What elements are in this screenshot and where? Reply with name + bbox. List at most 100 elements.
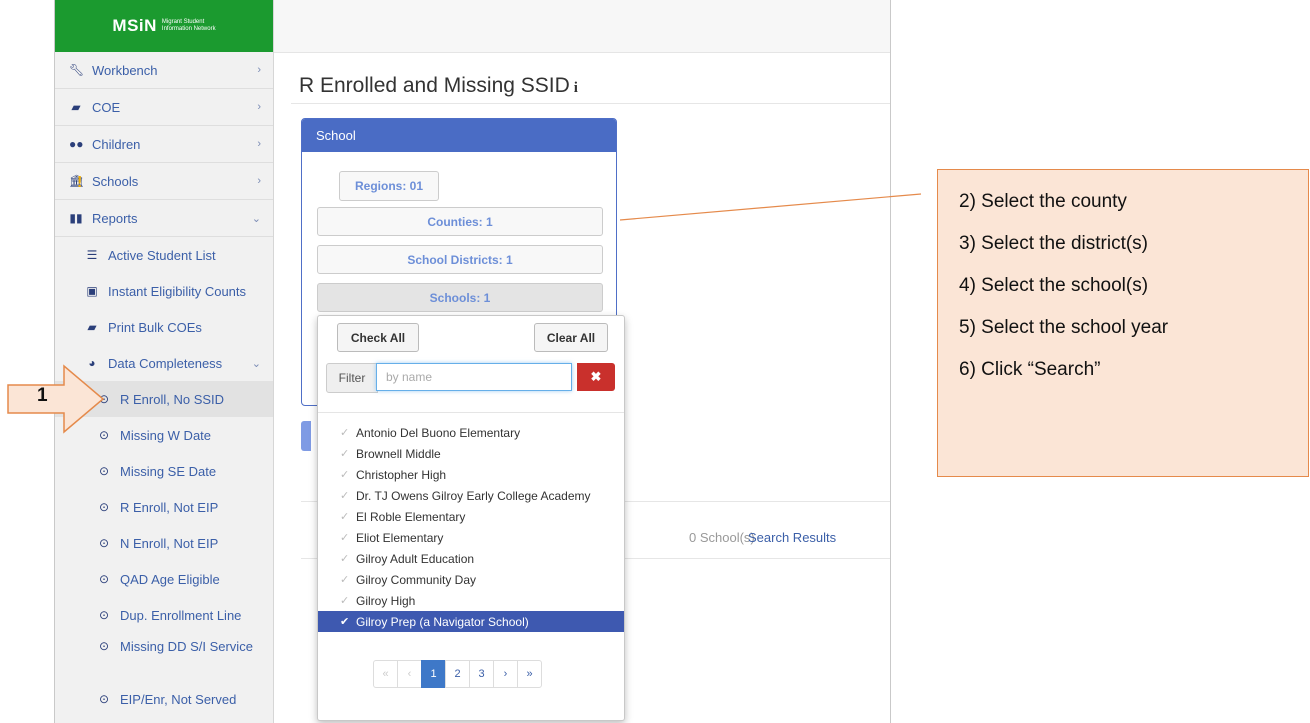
sidebar-item-label: Print Bulk COEs bbox=[108, 319, 202, 335]
school-districts-button[interactable]: School Districts: 1 bbox=[317, 245, 603, 274]
sidebar-item-label: Children bbox=[92, 136, 141, 152]
school-panel-header: School bbox=[302, 119, 616, 152]
search-results-tab[interactable]: Search Results bbox=[748, 530, 836, 545]
pagination: « ‹ 1 2 3 › » bbox=[373, 660, 542, 688]
next-page-button[interactable]: › bbox=[493, 660, 518, 688]
check-icon: ✓ bbox=[340, 574, 350, 586]
check-all-button[interactable]: Check All bbox=[337, 323, 419, 352]
school-option-label: Gilroy Adult Education bbox=[356, 551, 475, 566]
radio-dot-icon: ⊙ bbox=[98, 428, 110, 442]
school-option[interactable]: ✓ Dr. TJ Owens Gilroy Early College Acade… bbox=[318, 485, 624, 506]
sidebar-item-schools[interactable]: 🏛︎ Schools › bbox=[55, 163, 273, 200]
sidebar-item-label: R Enroll, Not EIP bbox=[120, 499, 219, 515]
prev-page-button[interactable]: ‹ bbox=[397, 660, 422, 688]
close-icon: ✖ bbox=[590, 369, 602, 384]
check-icon: ✓ bbox=[340, 469, 350, 481]
users-icon: ●● bbox=[69, 137, 84, 151]
school-option[interactable]: ✓ Brownell Middle bbox=[318, 443, 624, 464]
logo-brand: MSiN bbox=[112, 16, 157, 35]
sidebar-item-r-enroll-not-eip[interactable]: ⊙ R Enroll, Not EIP bbox=[55, 489, 273, 525]
schools-button[interactable]: Schools: 1 bbox=[317, 283, 603, 312]
sidebar-item-label: Missing W Date bbox=[120, 427, 212, 443]
sidebar-item-n-enroll-not-eip[interactable]: ⊙ N Enroll, Not EIP bbox=[55, 525, 273, 561]
school-option[interactable]: ✓ Eliot Elementary bbox=[318, 527, 624, 548]
school-option[interactable]: ✓ Christopher High bbox=[318, 464, 624, 485]
sidebar-item-coe[interactable]: ▰ COE › bbox=[55, 89, 273, 126]
info-icon[interactable]: i bbox=[574, 80, 578, 96]
regions-button[interactable]: Regions: 01 bbox=[339, 171, 439, 201]
sidebar-item-children[interactable]: ●● Children › bbox=[55, 126, 273, 163]
sidebar-item-print-bulk-coes[interactable]: ▰ Print Bulk COEs bbox=[55, 309, 273, 345]
school-option[interactable]: ✓ El Roble Elementary bbox=[318, 506, 624, 527]
sidebar-item-qad-age-eligible[interactable]: ⊙ QAD Age Eligible bbox=[55, 561, 273, 597]
sidebar-item-missing-dd-si-service[interactable]: ⊙ Missing DD S/I Service bbox=[55, 633, 273, 681]
chevron-down-icon: ⌄ bbox=[251, 357, 261, 370]
counties-button[interactable]: Counties: 1 bbox=[317, 207, 603, 236]
search-button[interactable] bbox=[301, 421, 311, 451]
radio-dot-icon: ⊙ bbox=[98, 464, 110, 478]
radio-dot-icon: ⊙ bbox=[98, 608, 110, 622]
check-icon: ✓ bbox=[340, 553, 350, 565]
sidebar-item-missing-se-date[interactable]: ⊙ Missing SE Date bbox=[55, 453, 273, 489]
title-divider bbox=[291, 103, 890, 104]
school-option-label: Gilroy Prep (a Navigator School) bbox=[356, 614, 529, 629]
sidebar-item-eip-enr-not-served[interactable]: ⊙ EIP/Enr, Not Served bbox=[55, 681, 273, 717]
last-page-button[interactable]: » bbox=[517, 660, 542, 688]
school-option-label: Gilroy Community Day bbox=[356, 572, 477, 587]
sidebar-item-label: QAD Age Eligible bbox=[120, 571, 220, 587]
sidebar-item-dup-enrollment-line[interactable]: ⊙ Dup. Enrollment Line bbox=[55, 597, 273, 633]
check-icon: ✓ bbox=[340, 511, 350, 523]
sidebar-item-label: Active Student List bbox=[108, 247, 216, 263]
dropdown-divider bbox=[318, 412, 624, 413]
bar-chart-icon: ▮▮ bbox=[69, 211, 83, 225]
check-icon: ✓ bbox=[340, 532, 350, 544]
msin-logo[interactable]: MSiN Migrant Student Information Network bbox=[55, 0, 273, 52]
chevron-right-icon: › bbox=[257, 138, 261, 150]
radio-dot-icon: ⊙ bbox=[98, 392, 110, 406]
instruction-step: 2) Select the county bbox=[959, 191, 1127, 212]
radio-dot-icon: ⊙ bbox=[98, 692, 110, 706]
school-option[interactable]: ✓ Gilroy Community Day bbox=[318, 569, 624, 590]
sidebar-item-label: Dup. Enrollment Line bbox=[120, 607, 242, 623]
radio-dot-icon: ⊙ bbox=[98, 639, 110, 653]
radio-dot-icon: ⊙ bbox=[98, 536, 110, 550]
first-page-button[interactable]: « bbox=[373, 660, 398, 688]
school-option[interactable]: ✓ Gilroy High bbox=[318, 590, 624, 611]
school-option[interactable]: ✓ Antonio Del Buono Elementary bbox=[318, 422, 624, 443]
filter-input[interactable] bbox=[376, 363, 572, 391]
school-option-label: Christopher High bbox=[356, 467, 447, 482]
sidebar-item-reports[interactable]: ▮▮ Reports ⌄ bbox=[55, 200, 273, 237]
sidebar-item-active-student-list[interactable]: ☰ Active Student List bbox=[55, 237, 273, 273]
sidebar-item-r-enroll-no-ssid[interactable]: ⊙ R Enroll, No SSID bbox=[55, 381, 273, 417]
instructions-callout: 2) Select the county 3) Select the distr… bbox=[937, 169, 1309, 477]
instruction-step: 5) Select the school year bbox=[959, 317, 1169, 338]
clear-all-button[interactable]: Clear All bbox=[534, 323, 608, 352]
page-1-button[interactable]: 1 bbox=[421, 660, 446, 688]
chevron-right-icon: › bbox=[257, 101, 261, 113]
school-option-label: Gilroy High bbox=[356, 593, 416, 608]
sidebar-item-instant-eligibility-counts[interactable]: ▣ Instant Eligibility Counts bbox=[55, 273, 273, 309]
sidebar-item-label: N Enroll, Not EIP bbox=[120, 535, 219, 551]
page-3-button[interactable]: 3 bbox=[469, 660, 494, 688]
chevron-down-icon: ⌄ bbox=[251, 212, 261, 225]
sidebar-item-label: COE bbox=[92, 99, 121, 115]
school-option-selected[interactable]: ✔ Gilroy Prep (a Navigator School) bbox=[318, 611, 624, 632]
book-icon: ▰ bbox=[87, 320, 97, 334]
sidebar-item-missing-w-date[interactable]: ⊙ Missing W Date bbox=[55, 417, 273, 453]
page-title: R Enrolled and Missing SSID i bbox=[299, 74, 578, 98]
sidebar-item-label: Workbench bbox=[92, 62, 158, 78]
school-option-label: Antonio Del Buono Elementary bbox=[356, 425, 521, 440]
page-2-button[interactable]: 2 bbox=[445, 660, 470, 688]
check-icon: ✓ bbox=[340, 448, 350, 460]
book-icon: ▰ bbox=[71, 100, 81, 114]
sidebar-item-workbench[interactable]: 🔧︎ Workbench › bbox=[55, 52, 273, 89]
warning-icon: ! bbox=[77, 174, 83, 191]
clear-filter-button[interactable]: ✖ bbox=[577, 363, 615, 391]
sidebar-item-label: Data Completeness bbox=[108, 355, 223, 371]
sidebar-item-label: R Enroll, No SSID bbox=[120, 391, 225, 407]
radio-dot-icon: ⊙ bbox=[98, 572, 110, 586]
check-icon: ✓ bbox=[340, 427, 350, 439]
sidebar-item-data-completeness[interactable]: ◕ Data Completeness ⌄ bbox=[55, 345, 273, 381]
school-option[interactable]: ✓ Gilroy Adult Education bbox=[318, 548, 624, 569]
check-icon: ✓ bbox=[340, 595, 350, 607]
